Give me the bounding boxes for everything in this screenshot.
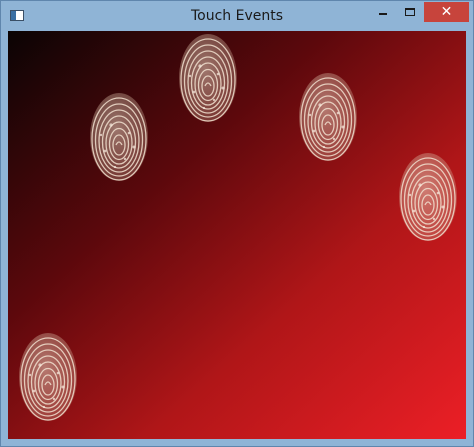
- fingerprint-icon: [178, 33, 238, 123]
- close-button[interactable]: ✕: [424, 2, 469, 22]
- touch-surface[interactable]: [8, 31, 466, 439]
- touch-canvas[interactable]: [8, 31, 466, 439]
- minimize-button[interactable]: [369, 2, 397, 22]
- fingerprint-icon: [398, 152, 458, 242]
- app-window: Touch Events ✕: [0, 0, 474, 447]
- fingerprint-icon: [298, 72, 358, 162]
- maximize-button[interactable]: [397, 2, 423, 22]
- title-bar[interactable]: Touch Events ✕: [1, 1, 473, 31]
- fingerprint-icon: [18, 332, 78, 422]
- fingerprint-icon: [89, 92, 149, 182]
